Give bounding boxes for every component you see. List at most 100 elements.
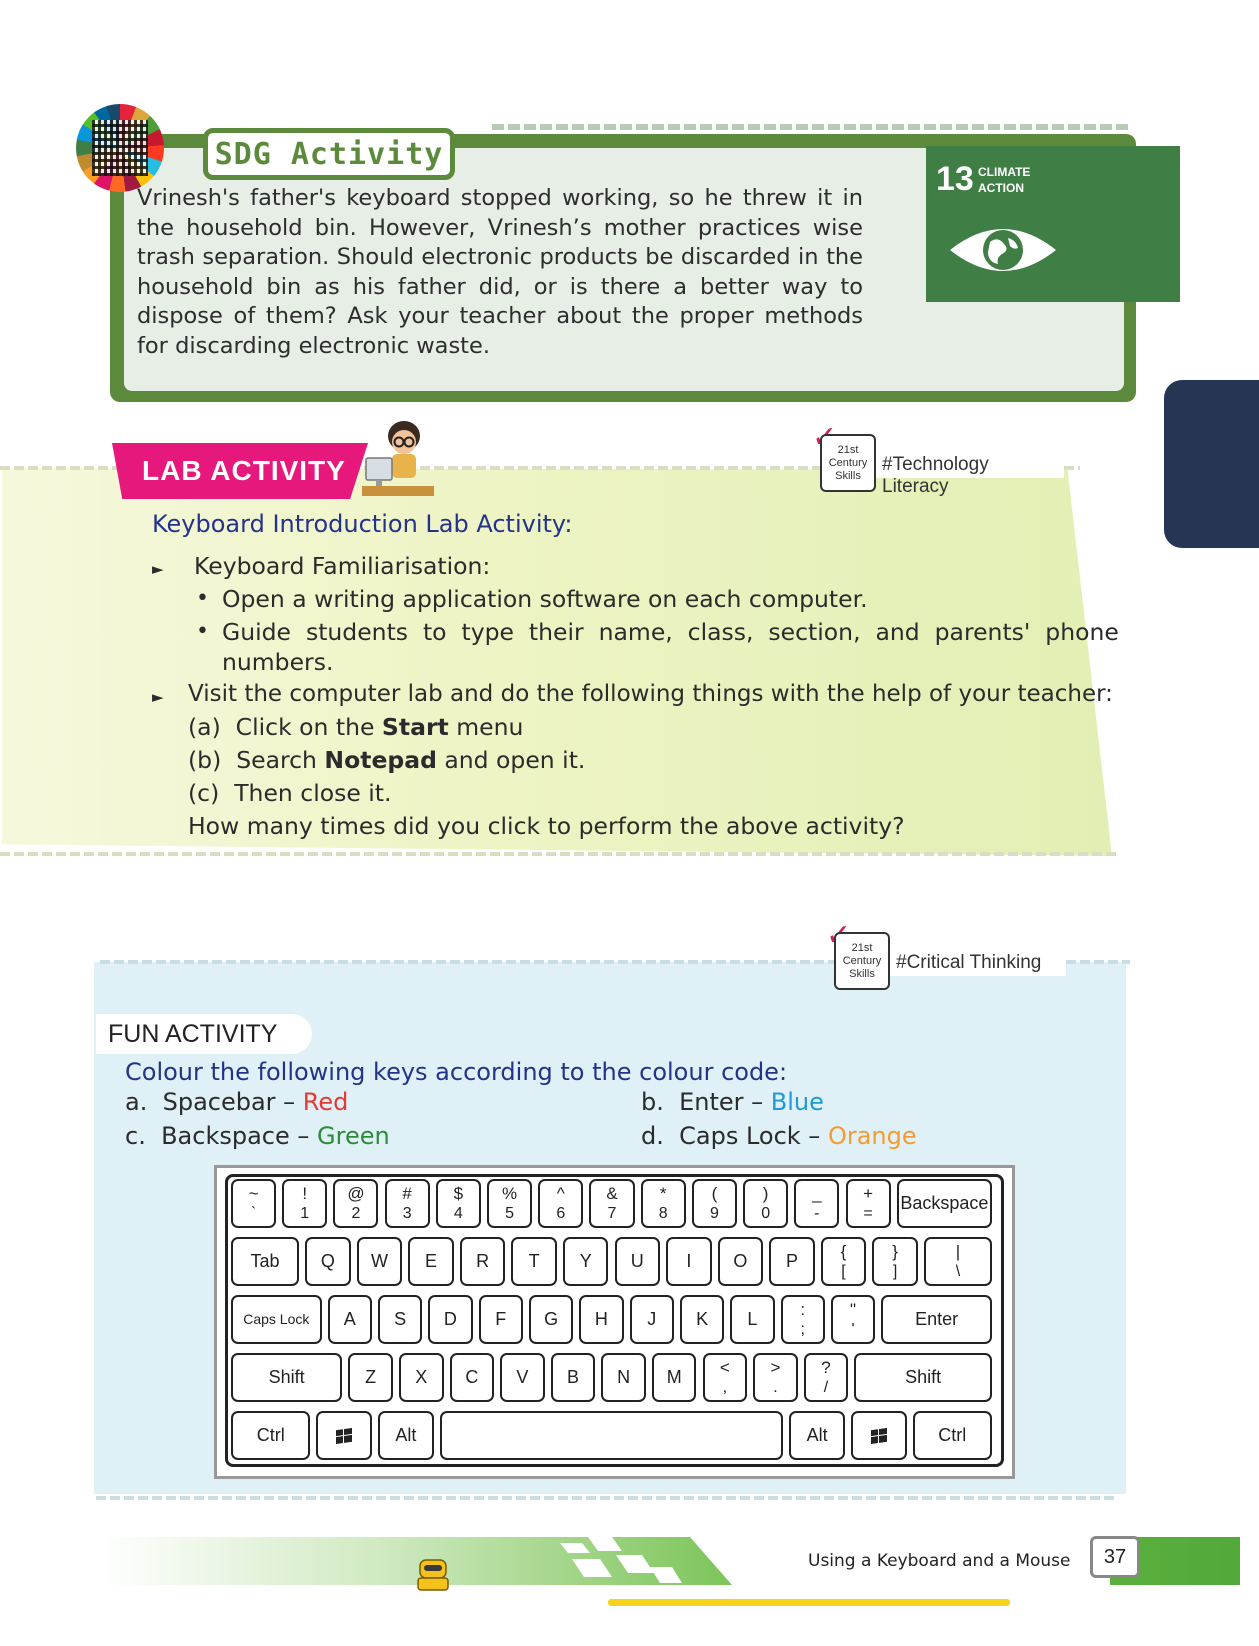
lab-dash-border-bottom <box>0 852 1118 856</box>
key-i: I <box>666 1237 712 1286</box>
sdg-goal-number: 13 <box>936 160 974 198</box>
key-label: - <box>814 1205 820 1222</box>
lab-step-a-text: (a) Click on the <box>188 713 382 741</box>
skill-badge-line3: Skills <box>849 968 875 980</box>
spacebar-key <box>439 1411 784 1460</box>
key-v: V <box>500 1353 545 1402</box>
key-label: G <box>544 1309 559 1329</box>
sdg-goal-label-line2: ACTION <box>978 181 1024 195</box>
key-t: T <box>511 1237 557 1286</box>
key-shift-label: + <box>863 1184 874 1203</box>
key-label: 1 <box>300 1205 310 1222</box>
key-shift-label: @ <box>347 1184 365 1203</box>
key-label: D <box>443 1309 457 1329</box>
key-': " ' <box>830 1295 876 1344</box>
key-shift-label: ^ <box>556 1184 565 1203</box>
key-1: ! 1 <box>282 1179 328 1228</box>
21st-century-skills-badge: 21st Century Skills <box>820 434 876 492</box>
lab-step-b-bold: Notepad <box>324 746 437 774</box>
key-label: = <box>863 1205 873 1222</box>
key-shift-label: * <box>659 1184 667 1203</box>
key-3: #3 <box>384 1179 430 1228</box>
key-shift-label: ! <box>302 1184 308 1203</box>
key-shift: Shift <box>231 1353 343 1402</box>
skill-tag: #Critical Thinking <box>890 938 1066 976</box>
key-shift-label: # <box>402 1184 412 1203</box>
key-2: @2 <box>333 1179 379 1228</box>
key-6: ^ 6 <box>538 1179 584 1228</box>
key-h: H <box>579 1295 624 1344</box>
qr-code-icon <box>92 120 148 176</box>
key-label: 8 <box>658 1205 668 1222</box>
footer-stripes-decoration <box>560 1537 682 1583</box>
sdg-goal-13-badge: 13 CLIMATE ACTION <box>926 146 1180 302</box>
key-7: & 7 <box>589 1179 635 1228</box>
key-label: P <box>785 1251 798 1271</box>
lab-item-1: Keyboard Familiarisation: <box>194 552 491 580</box>
robot-mascot-icon <box>417 1559 449 1591</box>
key-label: R <box>476 1251 490 1271</box>
key-label: V <box>516 1367 529 1387</box>
key-9: (9 <box>691 1179 737 1228</box>
dot-bullet-icon: • <box>196 619 209 644</box>
key-label: F <box>495 1309 507 1329</box>
arrow-bullet-icon: ► <box>152 688 164 706</box>
key-label: K <box>696 1309 709 1329</box>
sdg-goal-label-line1: CLIMATE <box>978 165 1031 179</box>
lab-step-a-end: menu <box>448 713 524 741</box>
key-`: ~ ` <box>231 1179 277 1228</box>
key-=: + = <box>845 1179 891 1228</box>
lab-step-a-bold: Start <box>381 713 449 741</box>
eye-earth-icon <box>950 229 1056 271</box>
lab-item-2: Visit the computer lab and do the follow… <box>188 681 1113 707</box>
key-label: 7 <box>607 1205 617 1222</box>
key-label: . <box>773 1379 778 1396</box>
key-label: 2 <box>351 1205 361 1222</box>
key-,: <, <box>702 1353 748 1402</box>
key-shift-label: _ <box>812 1184 822 1203</box>
key-n: N <box>601 1353 646 1402</box>
page-number: 37 <box>1090 1536 1140 1578</box>
key-shift-label: | <box>955 1242 961 1261</box>
key-a: A <box>327 1295 372 1344</box>
key-g: G <box>528 1295 574 1344</box>
key-\: | \ <box>923 1237 992 1286</box>
colour-code-a: a. Spacebar – Red <box>125 1088 348 1116</box>
lab-question: How many times did you click to perform … <box>188 812 905 840</box>
key-label: Backspace <box>900 1193 989 1213</box>
colour-code-b: b. Enter – Blue <box>641 1088 824 1116</box>
key-shift-label: ~ <box>248 1184 259 1203</box>
key-label: / <box>823 1379 829 1396</box>
key-label: ] <box>892 1263 898 1280</box>
key-caps-lock: Caps Lock <box>231 1295 322 1344</box>
key-m: M <box>651 1353 697 1402</box>
key-label: Alt <box>806 1425 828 1445</box>
key-shift-label: : <box>800 1300 806 1319</box>
key-label: 3 <box>402 1205 412 1222</box>
key-label: Y <box>579 1251 592 1271</box>
key-r: R <box>459 1237 506 1286</box>
key-shift: Shift <box>854 1353 992 1402</box>
key-ctrl: Ctrl <box>912 1411 992 1460</box>
key-4: $4 <box>435 1179 481 1228</box>
key-.: >. <box>753 1353 798 1402</box>
key-label: Z <box>365 1367 377 1387</box>
key-label: Tab <box>250 1251 280 1271</box>
lab-step-b-text: (b) Search <box>188 746 325 774</box>
key-y: Y <box>563 1237 609 1286</box>
key-label: Alt <box>395 1425 417 1445</box>
key-label: 6 <box>556 1205 566 1222</box>
key-label: 0 <box>761 1205 771 1222</box>
key-z: Z <box>348 1353 393 1402</box>
colour-code-c: c. Backspace – Green <box>125 1122 390 1150</box>
key-label: N <box>617 1367 631 1387</box>
skill-badge-line2: Century <box>842 955 882 967</box>
lab-step-c: (c) Then close it. <box>188 779 392 807</box>
lab-bullet-1: Open a writing application software on e… <box>222 585 868 613</box>
chapter-side-tab <box>1164 380 1259 548</box>
fun-heading: Colour the following keys according to t… <box>125 1058 788 1086</box>
footer-chapter-title: Using a Keyboard and a Mouse <box>808 1551 1071 1571</box>
key-label: U <box>630 1251 644 1271</box>
key-label: [ <box>841 1263 846 1280</box>
key-x: X <box>398 1353 444 1402</box>
